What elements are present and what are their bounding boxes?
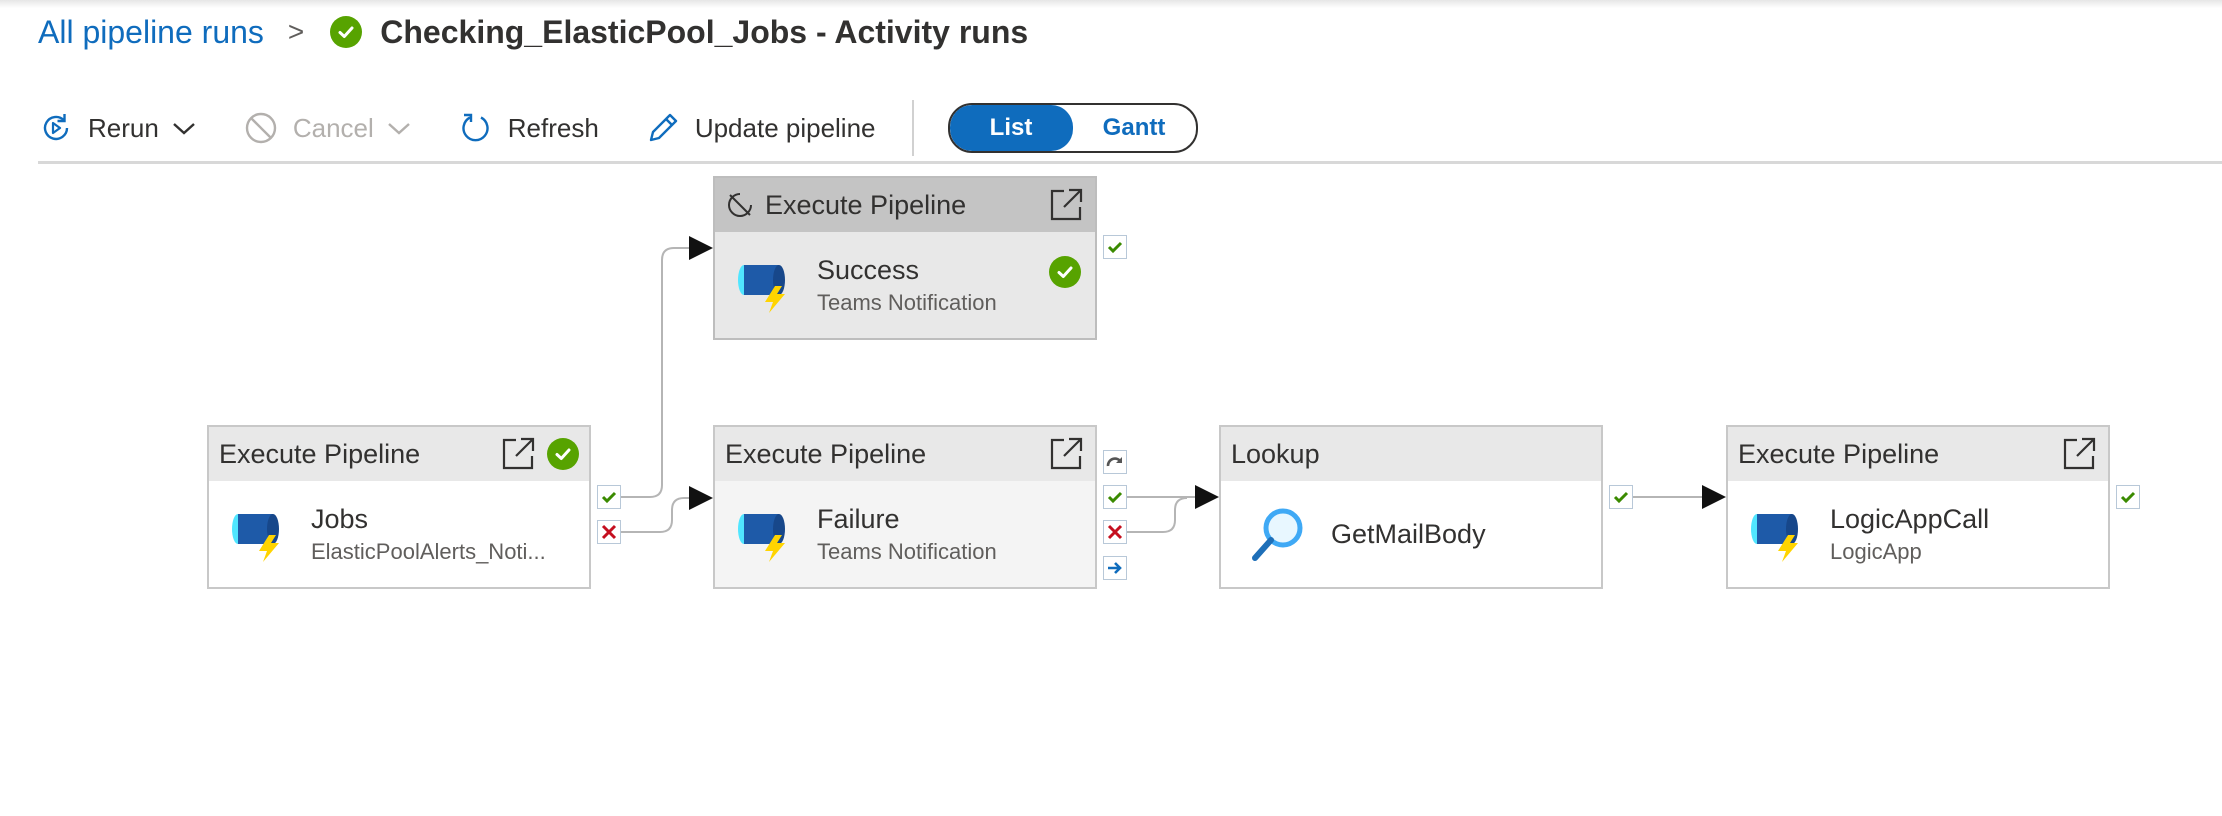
- activity-node-logicappcall[interactable]: Execute Pipeline LogicAppCall LogicApp: [1726, 425, 2110, 589]
- deactivated-icon: [727, 193, 752, 218]
- success-port-icon[interactable]: [1609, 485, 1633, 509]
- activity-subtitle: Teams Notification: [817, 538, 997, 564]
- open-external-icon[interactable]: [1047, 435, 1085, 473]
- success-check-icon: [1049, 256, 1081, 288]
- activity-name: Failure: [817, 503, 900, 534]
- connector-jobs-to-success: [621, 236, 713, 498]
- success-port-icon[interactable]: [597, 485, 621, 509]
- open-external-icon[interactable]: [2060, 435, 2098, 473]
- activity-node-jobs[interactable]: Execute Pipeline Jobs ElasticPoolAlerts_…: [207, 425, 591, 589]
- completion-port-icon[interactable]: [1103, 556, 1127, 580]
- pipeline-icon: [738, 265, 785, 313]
- failure-port-icon[interactable]: [1103, 520, 1127, 544]
- pipeline-icon: [1751, 514, 1798, 562]
- activity-node-success[interactable]: Execute Pipeline Success Teams Notificat…: [713, 176, 1097, 340]
- success-port-icon[interactable]: [1103, 235, 1127, 259]
- activity-subtitle: LogicApp: [1830, 538, 1922, 564]
- connector-jobs-to-failure: [621, 486, 713, 533]
- activity-name: LogicAppCall: [1830, 503, 1990, 534]
- activity-subtitle: Teams Notification: [817, 289, 997, 315]
- activity-subtitle: ElasticPoolAlerts_Noti...: [311, 538, 546, 564]
- activity-type-label: Execute Pipeline: [1738, 438, 1940, 469]
- activity-name: Jobs: [311, 503, 369, 534]
- open-external-icon[interactable]: [499, 435, 537, 473]
- activity-type-label: Execute Pipeline: [219, 438, 421, 469]
- open-external-icon[interactable]: [1047, 186, 1085, 224]
- pipeline-icon: [232, 514, 279, 562]
- pipeline-connections: [621, 236, 1726, 533]
- activity-type-label: Execute Pipeline: [725, 438, 927, 469]
- activity-name: Success: [817, 254, 920, 285]
- pipeline-icon: [738, 514, 785, 562]
- lookup-icon: [1252, 508, 1303, 561]
- skipped-port-icon[interactable]: [1103, 450, 1127, 474]
- success-port-icon[interactable]: [1103, 485, 1127, 509]
- activity-type-label: Lookup: [1231, 438, 1320, 469]
- activity-name: GetMailBody: [1331, 518, 1486, 549]
- activity-node-lookup[interactable]: Lookup GetMailBody: [1219, 425, 1603, 589]
- success-check-icon: [547, 438, 579, 470]
- connector-failure-fail-to-lookup: [1127, 497, 1188, 533]
- failure-port-icon[interactable]: [597, 520, 621, 544]
- activity-type-label: Execute Pipeline: [765, 189, 967, 220]
- success-port-icon[interactable]: [2116, 485, 2140, 509]
- activity-node-failure[interactable]: Execute Pipeline Failure Teams Notificat…: [713, 425, 1097, 589]
